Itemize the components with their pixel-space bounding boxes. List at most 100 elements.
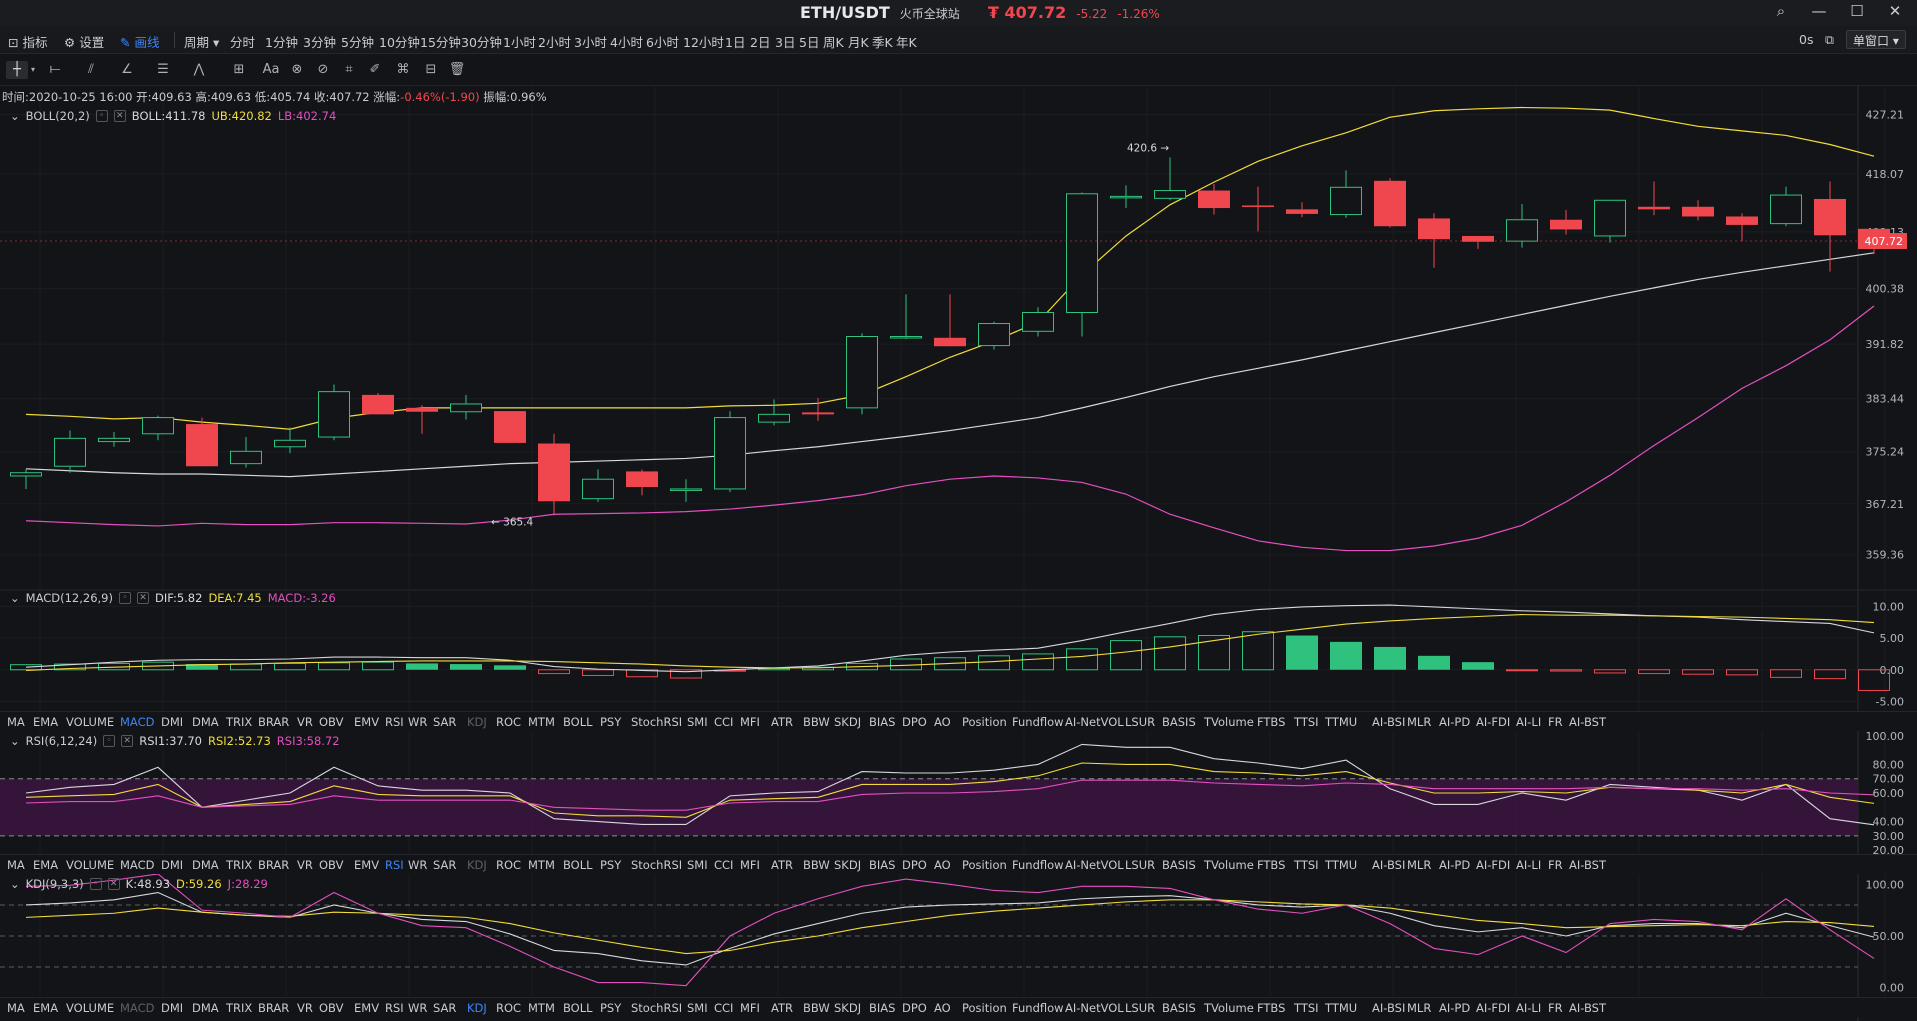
indicator-tab-lsur[interactable]: LSUR	[1125, 715, 1155, 729]
indicator-tab-rsi[interactable]: RSI	[385, 858, 404, 872]
indicator-tab-atr[interactable]: ATR	[771, 858, 793, 872]
close-icon[interactable]: ✕	[121, 735, 134, 747]
indicator-tab-ma[interactable]: MA	[7, 858, 25, 872]
indicator-tab-basis[interactable]: BASIS	[1162, 1001, 1196, 1015]
indicator-tab-skdj[interactable]: SKDJ	[834, 715, 861, 729]
collapse-icon[interactable]: ⌄	[10, 109, 20, 123]
indicator-tab-macd[interactable]: MACD	[120, 858, 154, 872]
settings-icon[interactable]: ◦	[95, 110, 108, 122]
indicator-tab-mtm[interactable]: MTM	[528, 715, 555, 729]
indicator-tab-psy[interactable]: PSY	[600, 858, 621, 872]
indicator-tab-ttsi[interactable]: TTSI	[1294, 858, 1319, 872]
indicator-tab-bbw[interactable]: BBW	[803, 858, 830, 872]
indicator-tab-bias[interactable]: BIAS	[869, 1001, 895, 1015]
indicator-tab-tvolume[interactable]: TVolume	[1204, 1001, 1254, 1015]
indicator-tab-fundflow[interactable]: Fundflow	[1012, 858, 1064, 872]
indicator-tab-fr[interactable]: FR	[1548, 715, 1563, 729]
indicator-tab-ai-bsi[interactable]: AI-BSI	[1372, 715, 1405, 729]
settings-icon[interactable]: ◦	[118, 592, 131, 604]
indicator-tab-ai-pd[interactable]: AI-PD	[1439, 1001, 1470, 1015]
indicator-tab-ftbs[interactable]: FTBS	[1257, 1001, 1285, 1015]
indicator-tab-dpo[interactable]: DPO	[902, 1001, 927, 1015]
indicator-tab-ttsi[interactable]: TTSI	[1294, 715, 1319, 729]
close-icon[interactable]: ✕	[113, 110, 126, 122]
indicator-tab-roc[interactable]: ROC	[496, 715, 521, 729]
indicator-tab-ai-bsi[interactable]: AI-BSI	[1372, 858, 1405, 872]
indicator-tab-cci[interactable]: CCI	[714, 1001, 733, 1015]
indicator-tab-ai-netvol[interactable]: AI-NetVOL	[1065, 715, 1124, 729]
indicator-tab-ai-bst[interactable]: AI-BST	[1569, 715, 1606, 729]
indicator-tab-ai-pd[interactable]: AI-PD	[1439, 715, 1470, 729]
indicator-tab-obv[interactable]: OBV	[319, 715, 343, 729]
indicator-tab-skdj[interactable]: SKDJ	[834, 1001, 861, 1015]
indicator-tab-volume[interactable]: VOLUME	[66, 715, 114, 729]
indicator-tab-ao[interactable]: AO	[934, 715, 951, 729]
indicator-tab-position[interactable]: Position	[962, 1001, 1007, 1015]
indicator-tab-atr[interactable]: ATR	[771, 1001, 793, 1015]
settings-icon[interactable]: ◦	[89, 878, 102, 890]
collapse-icon[interactable]: ⌄	[10, 734, 20, 748]
indicator-tab-boll[interactable]: BOLL	[563, 858, 593, 872]
indicator-tab-tvolume[interactable]: TVolume	[1204, 858, 1254, 872]
indicator-tab-kdj[interactable]: KDJ	[467, 1001, 487, 1015]
indicator-tab-stochrsi[interactable]: StochRSI	[631, 1001, 682, 1015]
indicator-tab-boll[interactable]: BOLL	[563, 1001, 593, 1015]
indicator-tab-fundflow[interactable]: Fundflow	[1012, 715, 1064, 729]
indicator-tab-ai-fdi[interactable]: AI-FDI	[1476, 715, 1510, 729]
indicator-tab-rsi[interactable]: RSI	[385, 715, 404, 729]
indicator-tab-ai-bsi[interactable]: AI-BSI	[1372, 1001, 1405, 1015]
indicator-tab-stochrsi[interactable]: StochRSI	[631, 858, 682, 872]
indicator-tab-trix[interactable]: TRIX	[226, 1001, 252, 1015]
indicator-tab-cci[interactable]: CCI	[714, 858, 733, 872]
indicator-tab-ttmu[interactable]: TTMU	[1325, 1001, 1357, 1015]
indicator-tab-emv[interactable]: EMV	[354, 715, 379, 729]
indicator-tab-dmi[interactable]: DMI	[161, 1001, 183, 1015]
indicator-tab-sar[interactable]: SAR	[433, 858, 456, 872]
indicator-tab-kdj[interactable]: KDJ	[467, 858, 487, 872]
indicator-tab-tvolume[interactable]: TVolume	[1204, 715, 1254, 729]
indicator-tab-smi[interactable]: SMI	[687, 715, 708, 729]
indicator-tab-ttmu[interactable]: TTMU	[1325, 715, 1357, 729]
indicator-tab-atr[interactable]: ATR	[771, 715, 793, 729]
indicator-tab-ma[interactable]: MA	[7, 1001, 25, 1015]
indicator-tab-position[interactable]: Position	[962, 715, 1007, 729]
indicator-tab-position[interactable]: Position	[962, 858, 1007, 872]
indicator-tab-bbw[interactable]: BBW	[803, 1001, 830, 1015]
indicator-tab-macd[interactable]: MACD	[120, 1001, 154, 1015]
indicator-tab-brar[interactable]: BRAR	[258, 1001, 289, 1015]
indicator-tab-wr[interactable]: WR	[408, 1001, 427, 1015]
indicator-tab-bbw[interactable]: BBW	[803, 715, 830, 729]
settings-icon[interactable]: ◦	[103, 735, 116, 747]
indicator-tab-dpo[interactable]: DPO	[902, 715, 927, 729]
indicator-tab-ma[interactable]: MA	[7, 715, 25, 729]
indicator-tab-ema[interactable]: EMA	[33, 858, 58, 872]
indicator-tab-mtm[interactable]: MTM	[528, 1001, 555, 1015]
indicator-tab-dmi[interactable]: DMI	[161, 715, 183, 729]
indicator-tab-fr[interactable]: FR	[1548, 1001, 1563, 1015]
indicator-tab-trix[interactable]: TRIX	[226, 715, 252, 729]
indicator-tab-vr[interactable]: VR	[297, 715, 313, 729]
indicator-tab-ema[interactable]: EMA	[33, 715, 58, 729]
close-icon[interactable]: ✕	[107, 878, 120, 890]
indicator-tab-dpo[interactable]: DPO	[902, 858, 927, 872]
indicator-tab-cci[interactable]: CCI	[714, 715, 733, 729]
indicator-tab-ai-li[interactable]: AI-LI	[1516, 715, 1541, 729]
collapse-icon[interactable]: ⌄	[10, 591, 20, 605]
indicator-tab-psy[interactable]: PSY	[600, 715, 621, 729]
indicator-tab-ema[interactable]: EMA	[33, 1001, 58, 1015]
indicator-tab-ai-li[interactable]: AI-LI	[1516, 858, 1541, 872]
indicator-tab-obv[interactable]: OBV	[319, 858, 343, 872]
indicator-tab-wr[interactable]: WR	[408, 715, 427, 729]
indicator-tab-rsi[interactable]: RSI	[385, 1001, 404, 1015]
indicator-tab-dma[interactable]: DMA	[192, 715, 219, 729]
indicator-tab-ai-bst[interactable]: AI-BST	[1569, 858, 1606, 872]
indicator-tab-mlr[interactable]: MLR	[1407, 715, 1431, 729]
indicator-tab-ao[interactable]: AO	[934, 1001, 951, 1015]
indicator-tab-smi[interactable]: SMI	[687, 1001, 708, 1015]
indicator-tab-mfi[interactable]: MFI	[740, 715, 760, 729]
indicator-tab-macd[interactable]: MACD	[120, 715, 154, 729]
close-icon[interactable]: ✕	[136, 592, 149, 604]
indicator-tab-volume[interactable]: VOLUME	[66, 1001, 114, 1015]
indicator-tab-sar[interactable]: SAR	[433, 1001, 456, 1015]
indicator-tab-bias[interactable]: BIAS	[869, 858, 895, 872]
